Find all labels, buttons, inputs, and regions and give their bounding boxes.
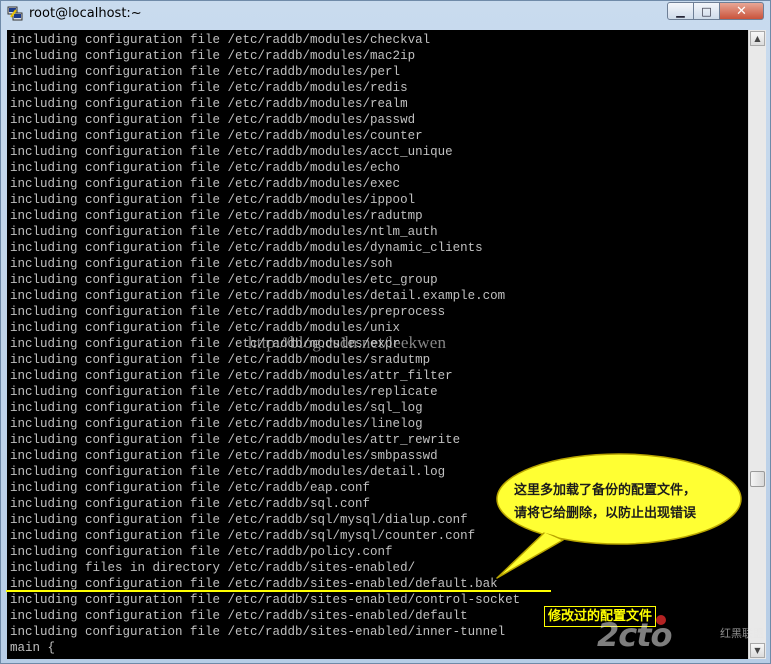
callout-note: 这里多加载了备份的配置文件， 请将它给删除，以防止出现错误	[514, 479, 734, 525]
site-logo-subtitle: 红黑联盟	[720, 627, 764, 640]
callout-pointer	[496, 531, 564, 579]
callout-line-1: 这里多加载了备份的配置文件，	[514, 483, 697, 498]
callout-bubble-graphic	[496, 453, 742, 579]
site-logo: 2cto	[597, 616, 673, 654]
highlight-underline	[6, 590, 551, 592]
callout-line-2: 请将它给删除，以防止出现错误	[514, 506, 697, 521]
